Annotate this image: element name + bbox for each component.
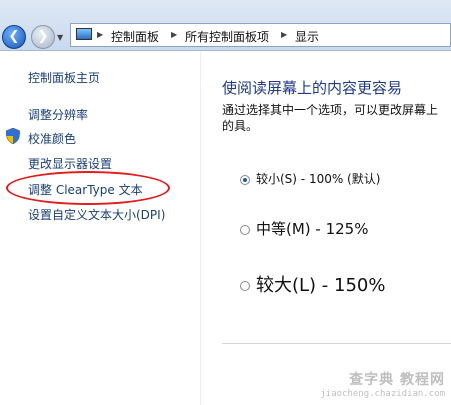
- radio-larger[interactable]: [240, 281, 250, 291]
- watermark: 查字典 教程网 jiaocheng.chazidian.com: [320, 369, 445, 399]
- sidebar-item-calibrate-color[interactable]: 校准颜色: [28, 130, 76, 147]
- back-button[interactable]: ❮: [2, 25, 26, 49]
- breadcrumb-display[interactable]: 显示: [295, 28, 319, 45]
- sidebar-item-custom-dpi[interactable]: 设置自定义文本大小(DPI): [28, 206, 165, 223]
- radio-smaller[interactable]: [240, 174, 250, 185]
- breadcrumb-separator-icon[interactable]: ▶: [171, 28, 177, 42]
- red-highlight-ellipse: [6, 171, 170, 205]
- option-larger-label: 较大(L) - 150%: [256, 275, 386, 296]
- sidebar-item-resolution[interactable]: 调整分辨率: [28, 106, 88, 123]
- address-field[interactable]: ▶ 控制面板 ▶ 所有控制面板项 ▶ 显示: [70, 23, 451, 47]
- option-smaller-label: 较小(S) - 100% (默认): [256, 172, 381, 186]
- sidebar-item-home[interactable]: 控制面板主页: [28, 69, 100, 86]
- forward-button[interactable]: ❯: [31, 25, 55, 49]
- address-bar-area: ❮ ❯ ▼ ▶ 控制面板 ▶ 所有控制面板项 ▶ 显示: [0, 0, 451, 51]
- option-smaller[interactable]: 较小(S) - 100% (默认): [240, 170, 380, 187]
- option-medium[interactable]: 中等(M) - 125%: [240, 218, 368, 239]
- page-description: 通过选择其中一个选项，可以更改屏幕上的具。: [222, 103, 439, 133]
- radio-medium[interactable]: [240, 224, 250, 235]
- option-medium-label: 中等(M) - 125%: [256, 220, 369, 238]
- watermark-line-1: 查字典 教程网: [349, 372, 445, 388]
- back-arrow-icon: ❮: [8, 29, 20, 44]
- shield-icon: [6, 128, 20, 144]
- sidebar-item-display-settings[interactable]: 更改显示器设置: [28, 155, 112, 172]
- breadcrumb-separator-icon[interactable]: ▶: [281, 28, 287, 42]
- breadcrumb-all-items[interactable]: 所有控制面板项: [185, 28, 269, 45]
- pane-divider: [200, 51, 201, 405]
- option-larger[interactable]: 较大(L) - 150%: [240, 271, 385, 297]
- display-monitor-icon: [76, 28, 92, 40]
- page-title: 使阅读屏幕上的内容更容易: [222, 79, 403, 97]
- watermark-line-2: jiaocheng.chazidian.com: [320, 389, 445, 399]
- breadcrumb-control-panel[interactable]: 控制面板: [111, 28, 159, 45]
- forward-arrow-icon: ❯: [37, 29, 49, 44]
- sidebar: [0, 51, 200, 405]
- section-divider: [222, 343, 451, 344]
- breadcrumb-separator-icon[interactable]: ▶: [97, 28, 103, 42]
- history-dropdown-icon[interactable]: ▼: [57, 33, 63, 42]
